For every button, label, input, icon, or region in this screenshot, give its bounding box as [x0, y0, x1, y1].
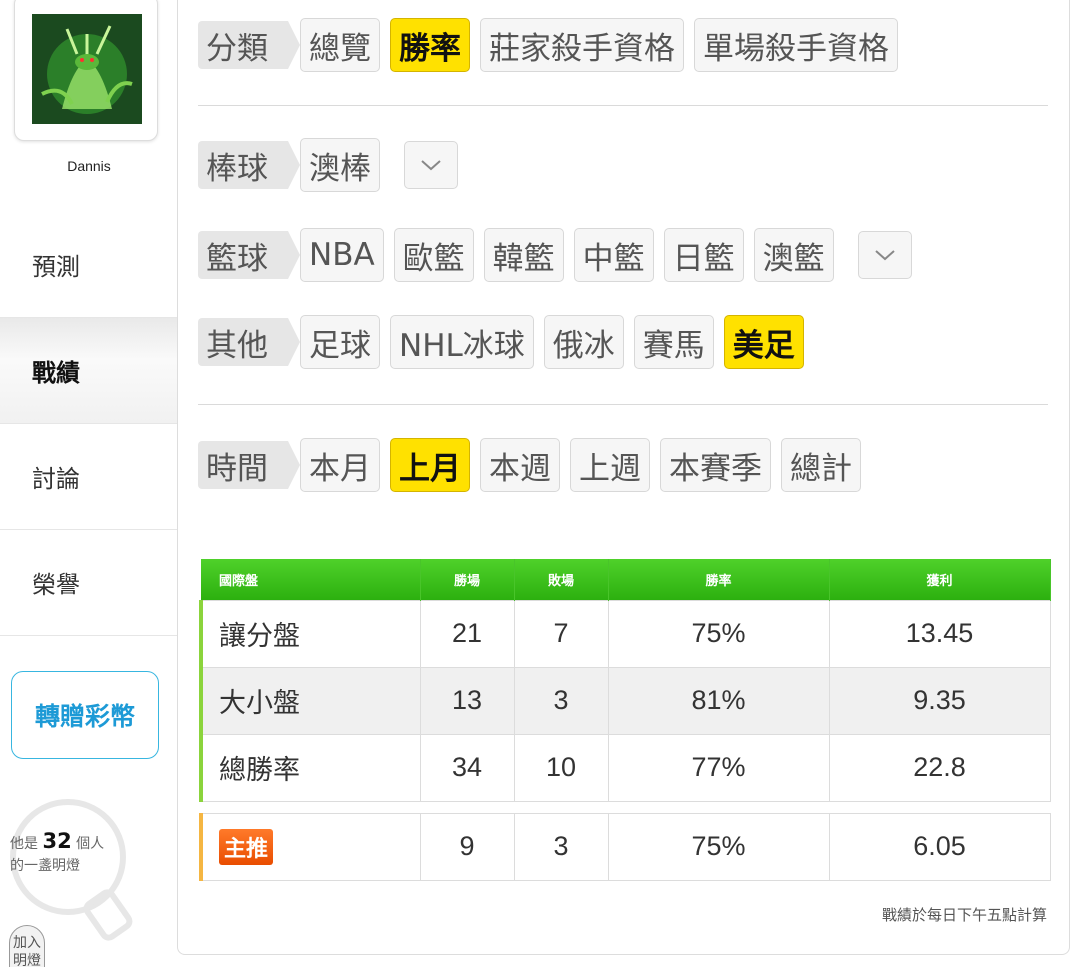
- chip-nba[interactable]: NBA: [300, 228, 384, 282]
- cell-wins: 34: [419, 733, 515, 802]
- stats-table: 國際盤 勝場 敗場 勝率 獲利 讓分盤 21 7 75% 13.45 大小盤 1…: [199, 559, 1051, 881]
- chip-nhl-hockey[interactable]: NHL冰球: [390, 315, 534, 369]
- cell-profit: 6.05: [828, 812, 1051, 881]
- featured-row: 主推 9 3 75% 6.05: [199, 812, 1051, 881]
- filter-label-category: 分類: [198, 21, 300, 69]
- cell-profit: 22.8: [828, 733, 1051, 802]
- chip-russian-hockey[interactable]: 俄冰: [543, 315, 624, 369]
- cell-market: 讓分盤: [199, 599, 421, 668]
- chip-korea-basketball[interactable]: 韓籃: [483, 228, 564, 282]
- cell-featured-label: 主推: [199, 812, 421, 881]
- chip-japan-basketball[interactable]: 日籃: [663, 228, 744, 282]
- chip-china-basketball[interactable]: 中籃: [573, 228, 654, 282]
- filter-label-basketball: 籃球: [198, 231, 300, 279]
- header-wins: 勝場: [420, 559, 515, 600]
- avatar-frame[interactable]: [14, 0, 158, 141]
- nav-item-honor[interactable]: 榮譽: [0, 530, 178, 636]
- filter-label-other: 其他: [198, 318, 300, 366]
- chip-overview[interactable]: 總覽: [300, 18, 380, 72]
- chip-banker-killer[interactable]: 莊家殺手資格: [480, 18, 684, 72]
- lamp-prefix: 他是: [10, 836, 38, 852]
- cell-losses: 3: [513, 812, 609, 881]
- join-lamp-button[interactable]: 加入明燈: [9, 925, 45, 967]
- gift-coins-button[interactable]: 轉贈彩幣: [11, 671, 159, 759]
- filter-row-other: 其他 足球 NHL冰球 俄冰 賽馬 美足: [198, 313, 814, 371]
- lamp-count-text: 他是 32 個人 的一盞明燈: [10, 830, 104, 877]
- chip-win-rate[interactable]: 勝率: [390, 18, 470, 72]
- avatar[interactable]: [32, 14, 142, 124]
- filter-row-category: 分類 總覽 勝率 莊家殺手資格 單場殺手資格: [198, 16, 908, 74]
- chevron-down-icon: [875, 250, 895, 261]
- filter-row-baseball: 棒球 澳棒: [198, 136, 458, 194]
- lamp-suffix: 個人: [76, 836, 105, 852]
- cell-market: 總勝率: [199, 733, 421, 802]
- chip-total[interactable]: 總計: [781, 438, 861, 492]
- header-market: 國際盤: [201, 559, 421, 600]
- chip-single-killer[interactable]: 單場殺手資格: [694, 18, 898, 72]
- cell-profit: 13.45: [828, 599, 1051, 668]
- table-header-row: 國際盤 勝場 敗場 勝率 獲利: [201, 559, 1051, 600]
- chip-this-week[interactable]: 本週: [480, 438, 560, 492]
- cell-losses: 3: [513, 666, 609, 735]
- nav-item-predict[interactable]: 預測: [0, 212, 178, 318]
- header-win-rate: 勝率: [608, 559, 830, 600]
- chip-this-month[interactable]: 本月: [300, 438, 380, 492]
- cell-profit: 9.35: [828, 666, 1051, 735]
- filter-label-baseball: 棒球: [198, 141, 300, 189]
- filter-row-basketball: 籃球 NBA 歐籃 韓籃 中籃 日籃 澳籃: [198, 226, 912, 284]
- nav-item-record[interactable]: 戰績: [0, 318, 178, 424]
- header-profit: 獲利: [829, 559, 1051, 600]
- chip-soccer[interactable]: 足球: [300, 315, 380, 369]
- cell-losses: 7: [513, 599, 609, 668]
- chip-aus-basketball[interactable]: 澳籃: [753, 228, 834, 282]
- cell-losses: 10: [513, 733, 609, 802]
- username: Dannis: [67, 158, 111, 174]
- chip-american-football[interactable]: 美足: [723, 315, 804, 369]
- chip-last-month[interactable]: 上月: [390, 438, 470, 492]
- chip-horse-racing[interactable]: 賽馬: [633, 315, 714, 369]
- cell-wins: 13: [419, 666, 515, 735]
- divider: [198, 105, 1048, 106]
- chip-this-season[interactable]: 本賽季: [660, 438, 771, 492]
- cell-wins: 9: [419, 812, 515, 881]
- cell-wins: 21: [419, 599, 515, 668]
- cell-win-rate: 77%: [607, 733, 830, 802]
- filter-label-time: 時間: [198, 441, 300, 489]
- filter-row-time: 時間 本月 上月 本週 上週 本賽季 總計: [198, 436, 871, 494]
- baseball-more-dropdown[interactable]: [404, 141, 458, 189]
- calculation-note: 戰績於每日下午五點計算: [881, 906, 1047, 924]
- chip-aus-baseball[interactable]: 澳棒: [300, 138, 380, 192]
- cell-market: 大小盤: [199, 666, 421, 735]
- cell-win-rate: 75%: [607, 812, 830, 881]
- cell-win-rate: 75%: [607, 599, 830, 668]
- chip-euro-basketball[interactable]: 歐籃: [393, 228, 474, 282]
- chip-last-week[interactable]: 上週: [570, 438, 650, 492]
- cell-win-rate: 81%: [607, 666, 830, 735]
- divider: [198, 404, 1048, 405]
- sidebar: Dannis 預測 戰績 討論 榮譽 轉贈彩幣 他是 32 個人 的一盞明燈 加…: [0, 0, 178, 967]
- table-row: 總勝率 34 10 77% 22.8: [199, 733, 1051, 802]
- table-row: 大小盤 13 3 81% 9.35: [199, 666, 1051, 735]
- header-losses: 敗場: [514, 559, 609, 600]
- stats-panel: 分類 總覽 勝率 莊家殺手資格 單場殺手資格 棒球 澳棒 籃球 NBA 歐籃 韓…: [177, 0, 1070, 955]
- lamp-count: 32: [42, 829, 72, 853]
- dragon-avatar-image: [32, 14, 142, 124]
- table-spacer: [201, 801, 1050, 813]
- featured-badge: 主推: [219, 828, 274, 865]
- nav-item-discuss[interactable]: 討論: [0, 424, 178, 530]
- chevron-down-icon: [421, 160, 441, 171]
- table-row: 讓分盤 21 7 75% 13.45: [199, 599, 1051, 668]
- basketball-more-dropdown[interactable]: [857, 231, 912, 279]
- lamp-line2: 的一盞明燈: [10, 858, 80, 874]
